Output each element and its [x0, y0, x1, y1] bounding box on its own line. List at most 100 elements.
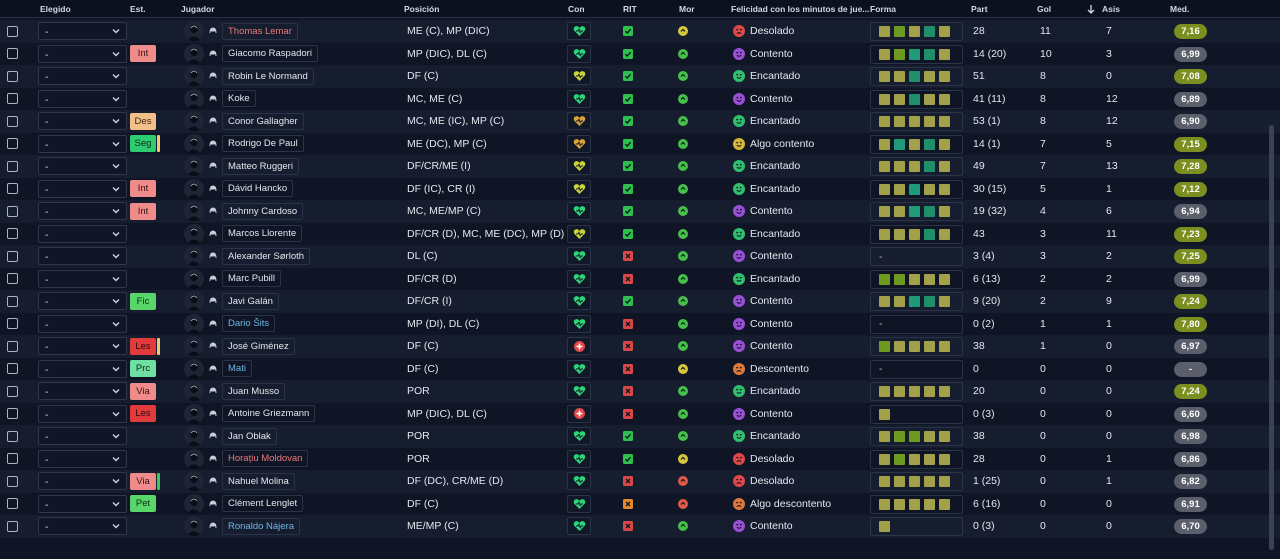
select-checkbox[interactable] — [7, 273, 18, 284]
status-badge[interactable]: Int — [130, 202, 156, 220]
select-checkbox[interactable] — [7, 70, 18, 82]
elegido-dropdown[interactable]: - — [38, 472, 127, 490]
elegido-dropdown[interactable]: - — [38, 22, 127, 40]
form-indicator[interactable] — [870, 22, 963, 41]
form-indicator[interactable]: - — [870, 314, 963, 334]
player-name[interactable]: Conor Gallagher — [222, 112, 304, 130]
elegido-dropdown[interactable]: - — [38, 89, 127, 108]
col-elegido[interactable]: Elegido — [40, 4, 71, 14]
select-checkbox[interactable] — [7, 498, 18, 509]
elegido-dropdown[interactable]: - — [38, 157, 127, 175]
status-badge[interactable]: Int — [130, 45, 156, 62]
col-est[interactable]: Est. — [130, 4, 146, 14]
elegido-dropdown[interactable]: - — [38, 517, 127, 535]
col-felicidad[interactable]: Felicidad con los minutos de jue... — [731, 4, 869, 14]
elegido-dropdown[interactable]: - — [38, 67, 127, 85]
form-indicator[interactable] — [870, 337, 963, 356]
player-name[interactable]: Javi Galán — [222, 292, 279, 310]
player-name[interactable]: Johnny Cardoso — [222, 202, 304, 220]
col-mor[interactable]: Mor — [679, 4, 695, 14]
col-jugador[interactable]: Jugador — [181, 4, 215, 14]
player-name[interactable]: José Giménez — [222, 337, 295, 355]
select-checkbox[interactable] — [7, 205, 18, 217]
elegido-dropdown[interactable]: - — [38, 314, 127, 333]
status-badge[interactable]: Via — [130, 382, 156, 400]
form-indicator[interactable] — [870, 494, 963, 514]
status-badge[interactable]: Seg — [130, 135, 156, 152]
player-name[interactable]: Thomas Lemar — [222, 22, 298, 40]
player-name[interactable]: Nahuel Molina — [222, 472, 295, 490]
elegido-dropdown[interactable]: - — [38, 337, 127, 355]
col-forma[interactable]: Forma — [870, 4, 896, 14]
player-name[interactable]: Jan Oblak — [222, 427, 277, 445]
select-checkbox[interactable] — [7, 385, 18, 397]
player-name[interactable]: Ronaldo Nájera — [222, 517, 301, 535]
form-indicator[interactable] — [870, 112, 963, 131]
player-name[interactable]: Koke — [222, 90, 256, 107]
select-checkbox[interactable] — [7, 453, 18, 464]
form-indicator[interactable] — [870, 404, 963, 424]
status-badge[interactable]: Les — [130, 405, 156, 422]
player-name[interactable]: Juan Musso — [222, 382, 286, 400]
select-checkbox[interactable] — [7, 363, 18, 374]
select-checkbox[interactable] — [7, 160, 18, 172]
select-checkbox[interactable] — [7, 250, 18, 262]
player-name[interactable]: Alexander Sørloth — [222, 247, 311, 265]
select-checkbox[interactable] — [7, 318, 18, 329]
select-checkbox[interactable] — [7, 25, 18, 37]
form-indicator[interactable] — [870, 202, 963, 221]
elegido-dropdown[interactable]: - — [38, 134, 127, 153]
player-name[interactable]: Dávid Hancko — [222, 180, 294, 197]
form-indicator[interactable]: - — [870, 359, 963, 379]
elegido-dropdown[interactable]: - — [38, 494, 127, 513]
player-name[interactable]: Horațiu Moldovan — [222, 450, 309, 467]
player-name[interactable]: Robin Le Normand — [222, 67, 314, 85]
select-checkbox[interactable] — [7, 430, 18, 442]
form-indicator[interactable] — [870, 224, 963, 244]
form-indicator[interactable] — [870, 427, 963, 446]
player-name[interactable]: Clément Lenglet — [222, 495, 304, 512]
form-indicator[interactable] — [870, 517, 963, 536]
player-name[interactable]: Dario Šits — [222, 315, 276, 332]
select-checkbox[interactable] — [7, 183, 18, 194]
select-checkbox[interactable] — [7, 475, 18, 487]
status-badge[interactable]: Des — [130, 112, 156, 130]
status-badge[interactable]: Les — [130, 337, 156, 355]
col-posicion[interactable]: Posición — [404, 4, 439, 14]
elegido-dropdown[interactable]: - — [38, 112, 127, 130]
select-checkbox[interactable] — [7, 48, 18, 59]
select-checkbox[interactable] — [7, 340, 18, 352]
select-checkbox[interactable] — [7, 408, 18, 419]
player-name[interactable]: Rodrigo De Paul — [222, 135, 304, 152]
col-med[interactable]: Med. — [1170, 4, 1189, 14]
form-indicator[interactable] — [870, 292, 963, 311]
elegido-dropdown[interactable]: - — [38, 44, 127, 63]
col-asis[interactable]: Asis — [1102, 4, 1120, 14]
player-name[interactable]: Matteo Ruggeri — [222, 157, 299, 175]
status-badge[interactable]: Fic — [130, 292, 156, 310]
status-badge[interactable]: Int — [130, 180, 156, 197]
status-badge[interactable]: Via — [130, 472, 156, 490]
player-name[interactable]: Marc Pubill — [222, 270, 281, 287]
elegido-dropdown[interactable]: - — [38, 449, 127, 468]
elegido-dropdown[interactable]: - — [38, 292, 127, 310]
form-indicator[interactable]: - — [870, 247, 963, 266]
select-checkbox[interactable] — [7, 520, 18, 532]
form-indicator[interactable] — [870, 472, 963, 491]
col-rit[interactable]: RIT — [623, 4, 637, 14]
form-indicator[interactable] — [870, 382, 963, 401]
select-checkbox[interactable] — [7, 115, 18, 127]
elegido-dropdown[interactable]: - — [38, 247, 127, 265]
col-part[interactable]: Part — [971, 4, 988, 14]
select-checkbox[interactable] — [7, 228, 18, 239]
scrollbar[interactable] — [1269, 125, 1274, 550]
elegido-dropdown[interactable]: - — [38, 427, 127, 445]
elegido-dropdown[interactable]: - — [38, 179, 127, 198]
form-indicator[interactable] — [870, 134, 963, 154]
elegido-dropdown[interactable]: - — [38, 224, 127, 243]
elegido-dropdown[interactable]: - — [38, 382, 127, 400]
select-checkbox[interactable] — [7, 93, 18, 104]
player-name[interactable]: Marcos Llorente — [222, 225, 303, 242]
form-indicator[interactable] — [870, 67, 963, 86]
form-indicator[interactable] — [870, 89, 963, 109]
